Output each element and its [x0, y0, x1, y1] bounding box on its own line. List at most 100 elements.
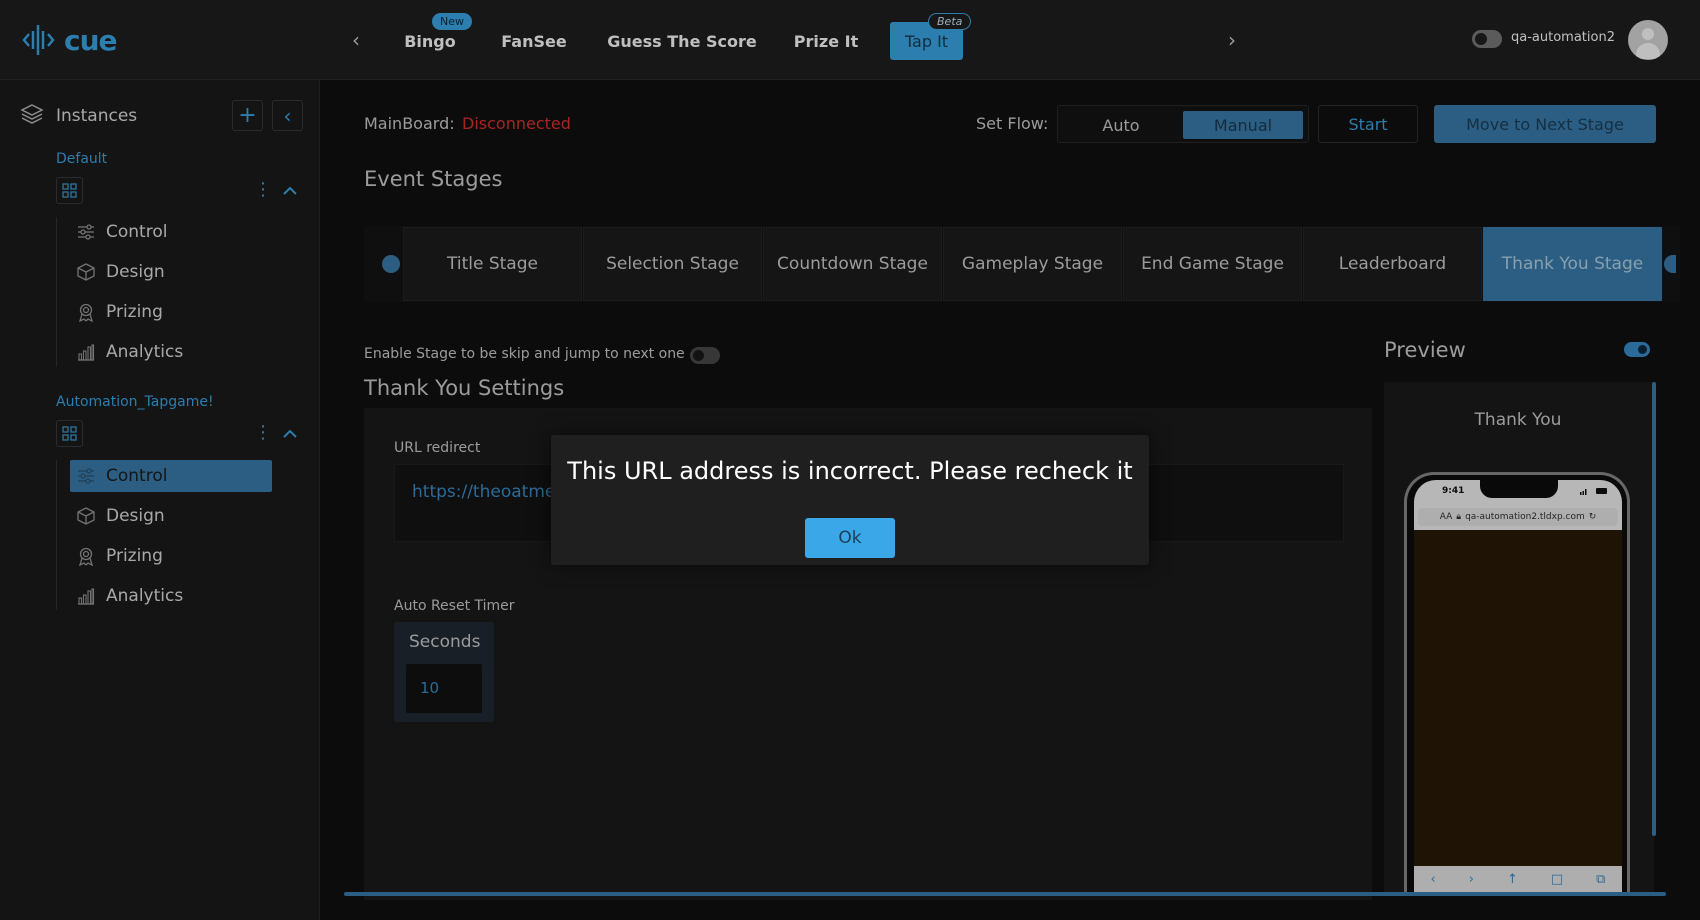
mainboard-label: MainBoard:	[364, 114, 455, 133]
share-icon: ↑	[1506, 871, 1518, 887]
flow-toggle-group: Auto Manual	[1057, 105, 1309, 143]
bookmarks-icon: □	[1550, 871, 1564, 887]
move-to-next-stage-button[interactable]: Move to Next Stage	[1434, 105, 1656, 143]
phone-screen: 9:41 AA 🔒︎ qa-automation2.tldxp.com ↻ ‹ …	[1414, 480, 1622, 892]
tab-fansee[interactable]: FanSee	[501, 22, 567, 60]
tab-label: Prize It	[793, 31, 859, 51]
qr-grid-button[interactable]	[56, 177, 83, 204]
cue-logo[interactable]: cue	[22, 20, 118, 60]
url-redirect-value: https://theoatme	[412, 482, 556, 502]
grid-icon	[62, 183, 77, 198]
lock-icon: 🔒︎	[1456, 512, 1462, 522]
sidebar-item-control[interactable]: Control	[70, 460, 272, 492]
horizontal-scrollbar[interactable]	[344, 892, 1666, 896]
phone-notch	[1480, 480, 1558, 498]
sidebar-item-label: Prizing	[106, 302, 163, 322]
cube-icon	[77, 507, 95, 525]
nav-next-arrow-icon[interactable]: ›	[1220, 26, 1244, 54]
stage-tab-leaderboard[interactable]: Leaderboard	[1303, 227, 1482, 301]
top-navigation-bar: cue ‹ Bingo New FanSee Guess The Score P…	[0, 0, 1700, 80]
award-icon	[79, 547, 93, 566]
layers-icon	[20, 104, 44, 124]
grid-icon	[62, 426, 77, 441]
tab-label: FanSee	[501, 31, 567, 51]
tab-bingo[interactable]: Bingo New	[402, 13, 472, 60]
bar-chart-icon	[78, 588, 95, 605]
tab-prize-it[interactable]: Prize It	[793, 22, 859, 60]
text-size-icon: AA	[1439, 512, 1453, 522]
thank-you-settings-heading: Thank You Settings	[364, 376, 565, 400]
tab-label: Tap It	[904, 31, 949, 51]
add-instance-button[interactable]: +	[232, 100, 263, 131]
theme-toggle[interactable]	[1472, 30, 1502, 48]
chevron-up-icon[interactable]	[280, 426, 300, 442]
forward-icon: ›	[1468, 871, 1474, 887]
sidebar-title: Instances	[56, 106, 138, 126]
sidebar-item-control[interactable]: Control	[70, 216, 272, 248]
sidebar-item-label: Prizing	[106, 546, 163, 566]
ok-button[interactable]: Ok	[805, 518, 895, 558]
flow-auto-option[interactable]: Auto	[1064, 111, 1178, 139]
sidebar-item-design[interactable]: Design	[70, 500, 272, 532]
stage-tab-end-game[interactable]: End Game Stage	[1123, 227, 1302, 301]
event-stages-heading: Event Stages	[364, 167, 503, 191]
instance-group-name[interactable]: Default	[56, 151, 107, 167]
set-flow-label: Set Flow:	[976, 114, 1049, 133]
signal-battery-icon	[1580, 488, 1607, 495]
sidebar-item-label: Analytics	[106, 342, 184, 362]
sidebar-item-label: Control	[106, 466, 168, 486]
preview-heading: Thank You	[1474, 410, 1562, 430]
phone-time: 9:41	[1442, 486, 1465, 496]
new-badge: New	[432, 13, 472, 30]
sidebar-item-label: Design	[106, 506, 165, 526]
seconds-input[interactable]	[406, 664, 482, 713]
error-dialog: This URL address is incorrect. Please re…	[551, 435, 1149, 565]
preview-title: Preview	[1384, 338, 1466, 362]
sidebar-item-analytics[interactable]: Analytics	[70, 336, 272, 368]
flow-manual-option[interactable]: Manual	[1183, 111, 1303, 139]
waveform-logo-icon	[22, 25, 55, 55]
skip-stage-label: Enable Stage to be skip and jump to next…	[364, 346, 685, 362]
stage-tab-selection[interactable]: Selection Stage	[583, 227, 762, 301]
seconds-value: 10	[420, 679, 440, 697]
seconds-label: Seconds	[409, 632, 481, 652]
kebab-menu-icon[interactable]: ⋮	[254, 424, 272, 442]
tree-line	[56, 460, 57, 610]
mainboard-status: Disconnected	[462, 114, 571, 133]
beta-badge: Beta	[928, 13, 972, 30]
reload-icon: ↻	[1588, 512, 1597, 522]
stage-tab-gameplay[interactable]: Gameplay Stage	[943, 227, 1122, 301]
tab-guess-the-score[interactable]: Guess The Score	[607, 22, 756, 60]
sidebar-item-analytics[interactable]: Analytics	[70, 580, 272, 612]
kebab-menu-icon[interactable]: ⋮	[254, 181, 272, 199]
sidebar-item-prizing[interactable]: Prizing	[70, 296, 272, 328]
user-avatar[interactable]	[1628, 20, 1668, 60]
phone-address-bar: AA 🔒︎ qa-automation2.tldxp.com ↻	[1418, 508, 1618, 526]
stage-scroll-left-dot[interactable]	[382, 255, 400, 273]
nav-prev-arrow-icon[interactable]: ‹	[344, 26, 368, 54]
stage-tab-thank-you[interactable]: Thank You Stage	[1483, 227, 1662, 301]
start-button[interactable]: Start	[1318, 105, 1418, 143]
preview-toggle[interactable]	[1624, 342, 1650, 357]
plus-icon: +	[238, 103, 257, 128]
qr-grid-button[interactable]	[56, 420, 83, 447]
sidebar-item-prizing[interactable]: Prizing	[70, 540, 272, 572]
tab-label: Bingo	[404, 31, 456, 51]
back-icon: ‹	[1430, 871, 1436, 887]
collapse-sidebar-button[interactable]: ‹	[272, 100, 303, 131]
sidebar-item-design[interactable]: Design	[70, 256, 272, 288]
avatar-head	[1642, 28, 1654, 40]
logo-text: cue	[64, 23, 118, 57]
tabs-icon: ⧉	[1596, 871, 1606, 887]
skip-stage-toggle[interactable]	[690, 347, 720, 364]
preview-scrollbar[interactable]	[1652, 382, 1656, 836]
chevron-up-icon[interactable]	[280, 183, 300, 199]
stage-scroll-right-dot[interactable]	[1664, 255, 1676, 273]
bar-chart-icon	[78, 344, 95, 361]
instance-group-name[interactable]: Automation_Tapgame!	[56, 394, 214, 410]
stage-tab-title[interactable]: Title Stage	[403, 227, 582, 301]
tab-tap-it[interactable]: Tap It Beta	[890, 13, 972, 60]
stage-tab-countdown[interactable]: Countdown Stage	[763, 227, 942, 301]
avatar-body	[1636, 43, 1660, 59]
tree-line	[56, 217, 57, 367]
